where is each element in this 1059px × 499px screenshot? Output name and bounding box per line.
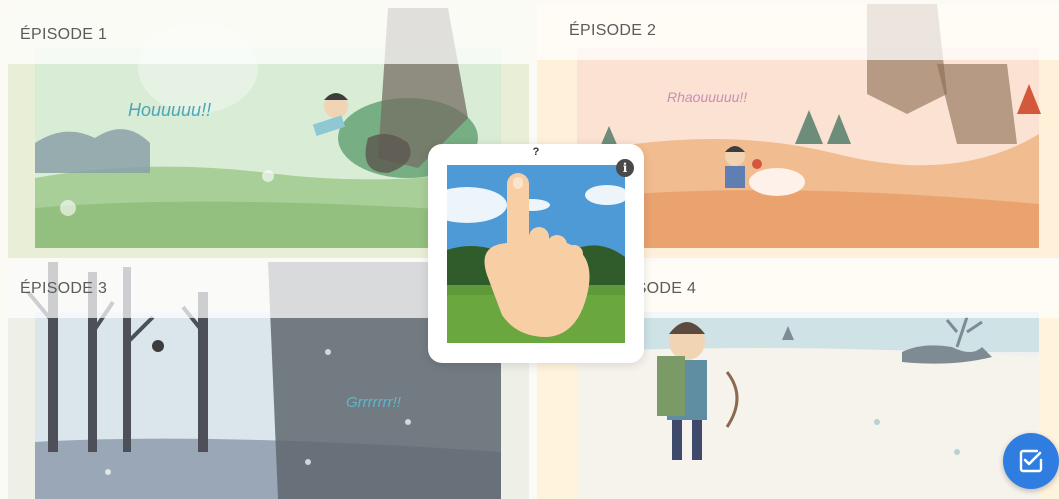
hint-photo <box>447 165 625 343</box>
checkbox-edit-icon <box>1019 449 1043 473</box>
episode-2-title: ÉPISODE 2 <box>569 22 657 39</box>
episode-1-title: ÉPISODE 1 <box>20 26 108 43</box>
interaction-hint-card[interactable]: ? i <box>428 144 644 363</box>
episode-3-sound-text: Grrrrrrr!! <box>346 394 402 411</box>
episode-2-sound-text: Rhaouuuuu!! <box>667 89 747 105</box>
episode-2-label-bar: ÉPISODE 2 <box>537 4 1059 60</box>
episode-1-sound-text: Houuuuu!! <box>128 100 211 120</box>
episode-3-title: ÉPISODE 3 <box>20 280 108 297</box>
episode-gallery: Houuuuu!! ÉPISODE 1 Rhaouuuuu!! ÉPISODE … <box>0 0 1059 499</box>
check-action-button[interactable] <box>1003 433 1059 489</box>
hand-pointing-image <box>447 165 625 343</box>
help-mark: ? <box>532 146 540 158</box>
episode-1-label-bar: ÉPISODE 1 <box>8 8 529 64</box>
info-icon[interactable]: i <box>616 159 634 177</box>
